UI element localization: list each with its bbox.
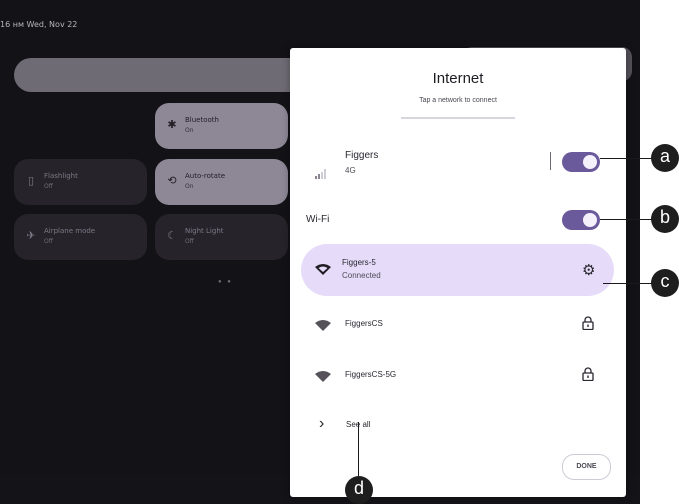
callout-b: b <box>651 205 679 233</box>
tile-label: Flashlight <box>44 172 78 180</box>
tile-state: Off <box>44 183 53 190</box>
lock-icon <box>582 316 594 335</box>
tile-auto-rotate[interactable]: ⟲ Auto-rotate On <box>155 159 288 205</box>
cellular-signal-icon <box>315 166 327 184</box>
callout-d: d <box>345 476 373 504</box>
tile-state: On <box>185 127 194 134</box>
network-status: Connected <box>342 271 381 280</box>
tile-night-light[interactable]: ☾ Night Light Off <box>155 214 288 260</box>
callout-a: a <box>651 144 679 172</box>
callout-leader <box>358 422 359 476</box>
internet-dialog: Internet Tap a network to connect Figger… <box>290 48 626 497</box>
mobile-network-type: 4G <box>345 166 356 175</box>
tile-bluetooth[interactable]: ✱ Bluetooth On <box>155 103 288 149</box>
toggle-knob <box>583 213 597 227</box>
wifi-label: Wi-Fi <box>306 214 330 225</box>
wifi-icon <box>315 369 331 387</box>
divider <box>550 152 551 170</box>
network-name: FiggersCS-5G <box>345 370 397 379</box>
wifi-icon <box>315 263 331 281</box>
divider <box>401 117 515 119</box>
mobile-data-row[interactable]: Figgers 4G <box>290 142 626 190</box>
brightness-slider[interactable] <box>14 58 314 92</box>
airplane-icon: ✈ <box>26 229 36 242</box>
page-indicator: ● ● <box>218 279 233 285</box>
tile-airplane-mode[interactable]: ✈ Airplane mode Off <box>14 214 147 260</box>
connected-network-card[interactable]: Figgers-5 Connected ⚙ <box>301 244 614 296</box>
network-row[interactable]: FiggersCS <box>290 306 626 340</box>
network-name: FiggersCS <box>345 319 383 328</box>
wifi-icon <box>315 318 331 336</box>
callout-c: c <box>651 269 679 297</box>
settings-gear-icon[interactable]: ⚙ <box>582 261 595 279</box>
tile-label: Bluetooth <box>185 116 219 124</box>
bluetooth-icon: ✱ <box>167 118 177 131</box>
moon-icon: ☾ <box>167 229 177 242</box>
wifi-row[interactable]: Wi-Fi <box>290 205 626 235</box>
tile-state: Off <box>185 238 194 245</box>
tile-label: Airplane mode <box>44 227 96 235</box>
tile-label: Auto-rotate <box>185 172 226 180</box>
chevron-right-icon: › <box>319 415 325 432</box>
tile-flashlight[interactable]: ▯ Flashlight Off <box>14 159 147 205</box>
mobile-data-toggle[interactable] <box>562 152 600 172</box>
flashlight-icon: ▯ <box>27 174 35 187</box>
mobile-network-name: Figgers <box>345 150 379 161</box>
done-button[interactable]: DONE <box>562 454 611 480</box>
callout-leader <box>600 158 652 159</box>
tile-state: On <box>185 183 194 190</box>
toggle-knob <box>583 155 597 169</box>
status-clock: 16 нм Wed, Nov 22 <box>0 20 78 29</box>
dialog-title: Internet <box>432 70 484 87</box>
wifi-toggle[interactable] <box>562 210 600 230</box>
network-name: Figgers-5 <box>342 258 376 267</box>
tile-state: Off <box>44 238 53 245</box>
callout-leader <box>603 283 652 284</box>
dialog-subtitle: Tap a network to connect <box>419 97 497 104</box>
see-all-row[interactable]: › See all <box>290 408 626 440</box>
tile-label: Night Light <box>185 227 224 235</box>
rotate-icon: ⟲ <box>167 174 177 187</box>
lock-icon <box>582 367 594 386</box>
network-row[interactable]: FiggersCS-5G <box>290 357 626 391</box>
callout-leader <box>600 219 652 220</box>
